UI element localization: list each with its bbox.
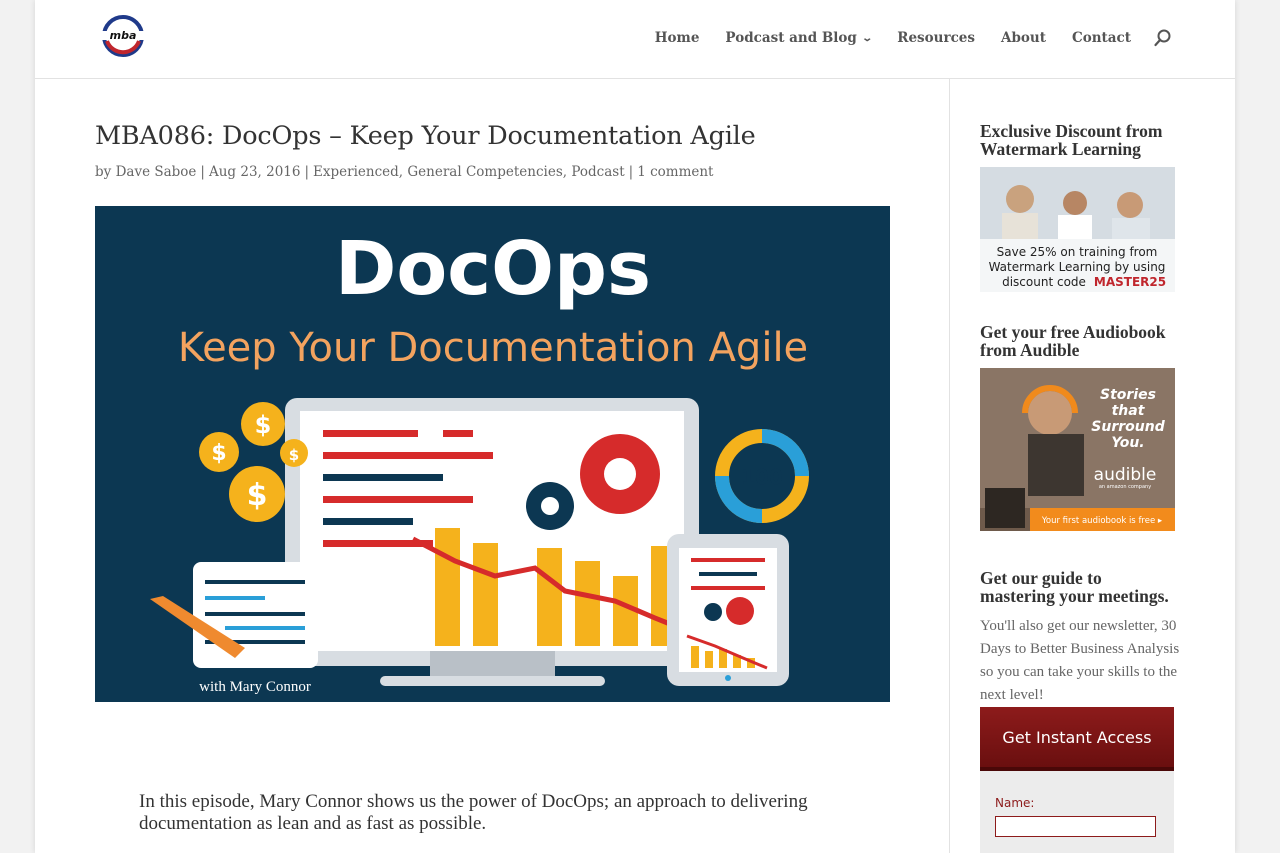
monitor-stand [430, 651, 555, 676]
watermark-ad[interactable]: Save 25% on training from Watermark Lear… [980, 167, 1175, 292]
ad-tagline: Surround [1091, 419, 1165, 435]
audible-sub: an amazon company [1099, 484, 1151, 490]
nav-contact[interactable]: Contact [1072, 30, 1131, 46]
ad-tagline: that [1112, 403, 1146, 419]
search-icon[interactable] [1153, 28, 1173, 48]
widget-watermark: Exclusive Discount from Watermark Learni… [980, 122, 1180, 292]
nav-home[interactable]: Home [655, 30, 700, 46]
gear-icon [704, 603, 722, 621]
meta-by: by [95, 164, 112, 180]
svg-text:$: $ [289, 446, 299, 464]
widget-title: Get your free Audiobook from Audible [980, 322, 1166, 360]
gauge-value: 100 [741, 465, 783, 489]
audible-cta: Your first audiobook is free ▸ [1041, 516, 1163, 526]
svg-text:$: $ [247, 478, 268, 513]
meta-category-podcast[interactable]: Podcast [571, 164, 624, 180]
chevron-down-icon: ⌄ [861, 32, 873, 44]
widget-text: You'll also get our newsletter, 30 Days … [980, 618, 1180, 703]
main-nav: Home Podcast and Blog ⌄ Resources About C… [629, 28, 1173, 48]
hero-headline: DocOps [335, 226, 651, 312]
hero-credit: with Mary Connor [199, 679, 311, 695]
widget-title: Exclusive Discount from Watermark Learni… [980, 121, 1163, 159]
hero-subhead: Keep Your Documentation Agile [178, 325, 808, 371]
meta-category-general-competencies[interactable]: General Competencies [407, 164, 562, 180]
nav-about[interactable]: About [1001, 30, 1046, 46]
page: mba Home Podcast and Blog ⌄ Resources Abo… [35, 0, 1235, 853]
gear-icon [726, 597, 754, 625]
ad-code: MASTER25 [1094, 275, 1166, 289]
meta-author-link[interactable]: Dave Saboe [116, 164, 197, 180]
widget-guide: Get our guide to mastering your meetings… [980, 569, 1180, 707]
nav-podcast-and-blog[interactable]: Podcast and Blog ⌄ [725, 30, 873, 46]
featured-image: DocOps Keep Your Documentation Agile 100… [95, 206, 890, 702]
get-instant-access-button[interactable]: Get Instant Access [980, 707, 1174, 771]
svg-text:$: $ [255, 411, 272, 439]
ad-tagline: Stories [1100, 387, 1156, 403]
ad-line: Save 25% on training from [997, 245, 1158, 259]
meta-separator: | [628, 164, 634, 180]
audible-logo: audible [1094, 465, 1157, 485]
widget-title: Get our guide to mastering your meetings… [980, 568, 1169, 606]
sidebar-divider [949, 79, 950, 853]
audible-ad[interactable]: Stories that Surround You. audible an am… [980, 368, 1175, 531]
post-title: MBA086: DocOps – Keep Your Documentation… [95, 121, 756, 151]
meta-separator: | [304, 164, 310, 180]
docops-illustration: DocOps Keep Your Documentation Agile 100… [95, 206, 890, 702]
svg-text:$: $ [211, 441, 226, 466]
site-logo[interactable]: mba [99, 14, 147, 58]
meta-category-experienced[interactable]: Experienced [313, 164, 399, 180]
ad-tagline: You. [1111, 435, 1144, 451]
ad-line: discount code [1002, 275, 1086, 289]
nav-resources[interactable]: Resources [897, 30, 975, 46]
ad-line: Watermark Learning by using [989, 260, 1166, 274]
name-input[interactable] [995, 816, 1156, 837]
monitor-base [380, 676, 605, 686]
meta-separator: | [200, 164, 205, 180]
post-intro: In this episode, Mary Connor shows us th… [139, 791, 808, 834]
site-header: mba Home Podcast and Blog ⌄ Resources Abo… [35, 0, 1235, 79]
post-meta: by Dave Saboe | Aug 23, 2016 | Experienced, … [95, 164, 714, 180]
meta-comments-link[interactable]: 1 comment [637, 164, 713, 180]
optin-form: Get Instant Access Name: [980, 707, 1174, 853]
meta-date: Aug 23, 2016 [208, 164, 301, 180]
svg-text:mba: mba [110, 29, 137, 42]
widget-audible: Get your free Audiobook from Audible Sto… [980, 323, 1180, 531]
name-label: Name: [995, 796, 1035, 810]
